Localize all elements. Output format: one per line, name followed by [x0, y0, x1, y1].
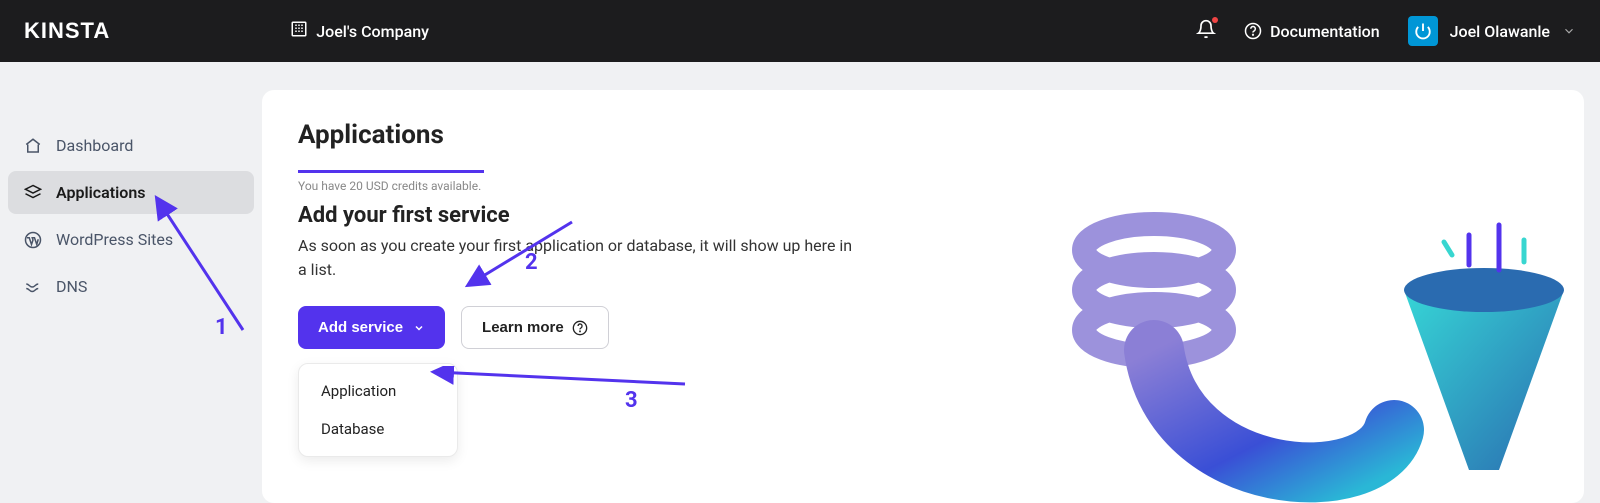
- help-circle-icon: [1244, 22, 1262, 40]
- company-selector[interactable]: Joel's Company: [290, 20, 429, 42]
- accent-divider: [298, 170, 484, 173]
- home-icon: [24, 137, 42, 155]
- add-service-dropdown: Application Database: [298, 363, 458, 457]
- sidebar-item-applications[interactable]: Applications: [8, 171, 254, 214]
- notification-dot-icon: [1212, 17, 1218, 23]
- learn-more-button[interactable]: Learn more: [461, 306, 609, 349]
- chevron-down-icon: [1562, 24, 1576, 38]
- documentation-label: Documentation: [1270, 22, 1380, 41]
- topbar: KINSTA Joel's Company Documentation Joel…: [0, 0, 1600, 62]
- building-icon: [290, 20, 308, 42]
- power-icon: [1414, 22, 1432, 40]
- learn-more-label: Learn more: [482, 319, 564, 336]
- brand-logo: KINSTA: [24, 18, 110, 44]
- add-service-label: Add service: [318, 319, 403, 336]
- sidebar-item-label: Applications: [56, 183, 145, 202]
- layers-icon: [24, 184, 42, 202]
- sidebar-item-wordpress[interactable]: WordPress Sites: [8, 218, 254, 261]
- sidebar-item-dashboard[interactable]: Dashboard: [8, 124, 254, 167]
- avatar: [1408, 16, 1438, 46]
- page-title: Applications: [298, 120, 1548, 150]
- sidebar-item-dns[interactable]: DNS: [8, 265, 254, 308]
- subtext: As soon as you create your first applica…: [298, 234, 858, 282]
- sidebar-item-label: DNS: [56, 277, 87, 296]
- username: Joel Olawanle: [1450, 22, 1550, 41]
- user-menu[interactable]: Joel Olawanle: [1408, 16, 1576, 46]
- chevron-down-icon: [413, 322, 425, 334]
- dropdown-item-application[interactable]: Application: [299, 372, 457, 410]
- help-circle-icon: [572, 320, 588, 336]
- hero-illustration: [1024, 170, 1584, 503]
- dns-icon: [24, 278, 42, 296]
- notifications-button[interactable]: [1196, 19, 1216, 43]
- wordpress-icon: [24, 231, 42, 249]
- sidebar-item-label: WordPress Sites: [56, 230, 173, 249]
- add-service-button[interactable]: Add service: [298, 306, 445, 349]
- company-name: Joel's Company: [316, 22, 429, 41]
- sidebar: Dashboard Applications WordPress Sites D…: [0, 62, 262, 503]
- dropdown-item-database[interactable]: Database: [299, 410, 457, 448]
- documentation-link[interactable]: Documentation: [1244, 22, 1380, 41]
- main-card: Applications You have 20 USD credits ava…: [262, 90, 1584, 503]
- sidebar-item-label: Dashboard: [56, 136, 133, 155]
